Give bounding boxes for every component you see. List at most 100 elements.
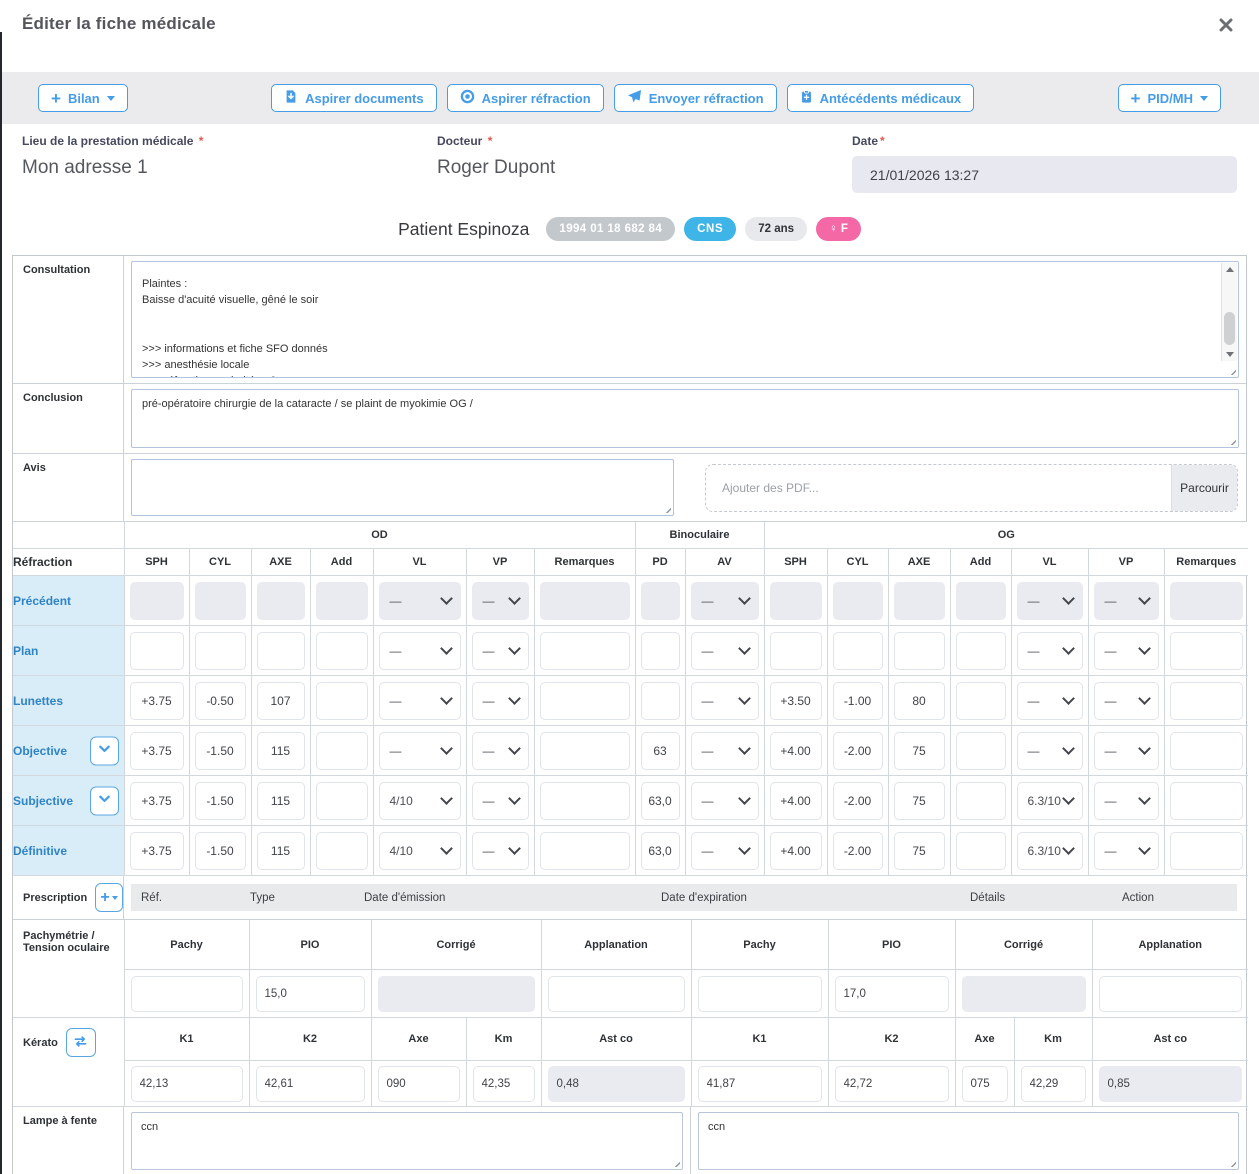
sph-input[interactable] [130,632,184,670]
antecedents-medicaux-button[interactable]: Antécédents médicaux [787,84,975,112]
lampe-od-textarea[interactable]: ccn [131,1112,683,1170]
swap-kerato-button[interactable] [66,1028,96,1057]
aspirer-refraction-button[interactable]: Aspirer réfraction [447,84,604,112]
add-input[interactable] [956,632,1006,670]
vl-select[interactable]: 4/10 [379,782,461,820]
od-pachy-input[interactable] [131,976,243,1012]
sph-input[interactable] [130,832,184,870]
remarques-input[interactable] [1170,632,1244,670]
scroll-up-icon[interactable] [1226,267,1234,272]
browse-button[interactable]: Parcourir [1171,465,1237,511]
remarques-input[interactable] [540,732,630,770]
vl-select[interactable]: — [379,682,461,720]
od-k1-input[interactable] [131,1066,243,1102]
remarques-input[interactable] [1170,732,1244,770]
conclusion-textarea[interactable]: pré-opératoire chirurgie de la cataracte… [131,389,1239,448]
vp-select[interactable]: — [472,682,529,720]
cyl-input[interactable] [195,732,246,770]
axe-input[interactable] [257,682,305,720]
bilan-button[interactable]: + Bilan [38,84,128,112]
axe-input[interactable] [257,632,305,670]
og-km-input[interactable] [1021,1066,1086,1102]
og-pachy-input[interactable] [698,976,822,1012]
sph-input[interactable] [770,832,822,870]
sph-input[interactable] [770,732,822,770]
scrollbar-thumb[interactable] [1224,312,1235,345]
cyl-input[interactable] [195,832,246,870]
pd-input[interactable] [641,682,680,720]
axe-input[interactable] [257,732,305,770]
pd-input[interactable] [641,832,680,870]
axe-input[interactable] [894,632,945,670]
vl-select[interactable]: — [379,632,461,670]
expand-subjective-button[interactable] [90,786,119,815]
cyl-input[interactable] [833,682,883,720]
remarques-input[interactable] [540,682,630,720]
aspirer-documents-button[interactable]: Aspirer documents [271,84,436,112]
cyl-input[interactable] [833,732,883,770]
axe-input[interactable] [894,782,945,820]
vp-select[interactable]: — [472,832,529,870]
add-input[interactable] [956,832,1006,870]
vp-select[interactable]: — [472,632,529,670]
av-select[interactable]: — [691,682,759,720]
sph-input[interactable] [130,782,184,820]
date-input[interactable] [852,156,1237,193]
consultation-textarea[interactable]: Plaintes : Baisse d'acuité visuelle, gên… [131,261,1239,378]
add-prescription-button[interactable]: + [95,883,123,912]
add-input[interactable] [316,632,368,670]
vp-select[interactable]: — [1094,682,1159,720]
axe-input[interactable] [894,732,945,770]
add-input[interactable] [316,832,368,870]
og-axe-input[interactable] [962,1066,1008,1102]
pid-mh-button[interactable]: + PID/MH [1118,84,1221,112]
lampe-og-textarea[interactable]: ccn [698,1112,1239,1170]
sph-input[interactable] [130,682,184,720]
vp-select[interactable]: — [472,732,529,770]
av-select[interactable]: — [691,782,759,820]
av-select[interactable]: — [691,832,759,870]
og-k1-input[interactable] [698,1066,822,1102]
add-input[interactable] [956,732,1006,770]
add-input[interactable] [956,682,1006,720]
add-input[interactable] [316,732,368,770]
avis-textarea[interactable] [131,459,674,516]
vl-select[interactable]: 6.3/10 [1017,782,1083,820]
remarques-input[interactable] [1170,682,1244,720]
sph-input[interactable] [770,782,822,820]
remarques-input[interactable] [1170,832,1244,870]
od-km-input[interactable] [473,1066,535,1102]
axe-input[interactable] [894,682,945,720]
vl-select[interactable]: — [1017,632,1083,670]
sph-input[interactable] [770,632,822,670]
od-k2-input[interactable] [256,1066,365,1102]
pdf-upload-dropzone[interactable]: Ajouter des PDF... Parcourir [705,464,1238,512]
cyl-input[interactable] [833,782,883,820]
vp-select[interactable]: — [472,782,529,820]
pd-input[interactable] [641,782,680,820]
og-k2-input[interactable] [835,1066,949,1102]
axe-input[interactable] [257,832,305,870]
og-pio-input[interactable] [835,976,949,1012]
cyl-input[interactable] [195,682,246,720]
cyl-input[interactable] [833,632,883,670]
vl-select[interactable]: — [379,732,461,770]
od-pio-input[interactable] [256,976,365,1012]
cyl-input[interactable] [833,832,883,870]
av-select[interactable]: — [691,632,759,670]
add-input[interactable] [316,782,368,820]
expand-objective-button[interactable] [90,736,119,765]
vp-select[interactable]: — [1094,732,1159,770]
close-button[interactable] [1217,16,1235,37]
cyl-input[interactable] [195,782,246,820]
sph-input[interactable] [130,732,184,770]
vl-select[interactable]: 4/10 [379,832,461,870]
pd-input[interactable] [641,732,680,770]
scrollbar[interactable] [1221,263,1237,361]
pd-input[interactable] [641,632,680,670]
vl-select[interactable]: — [1017,732,1083,770]
vp-select[interactable]: — [1094,782,1159,820]
sph-input[interactable] [770,682,822,720]
remarques-input[interactable] [540,632,630,670]
axe-input[interactable] [894,832,945,870]
